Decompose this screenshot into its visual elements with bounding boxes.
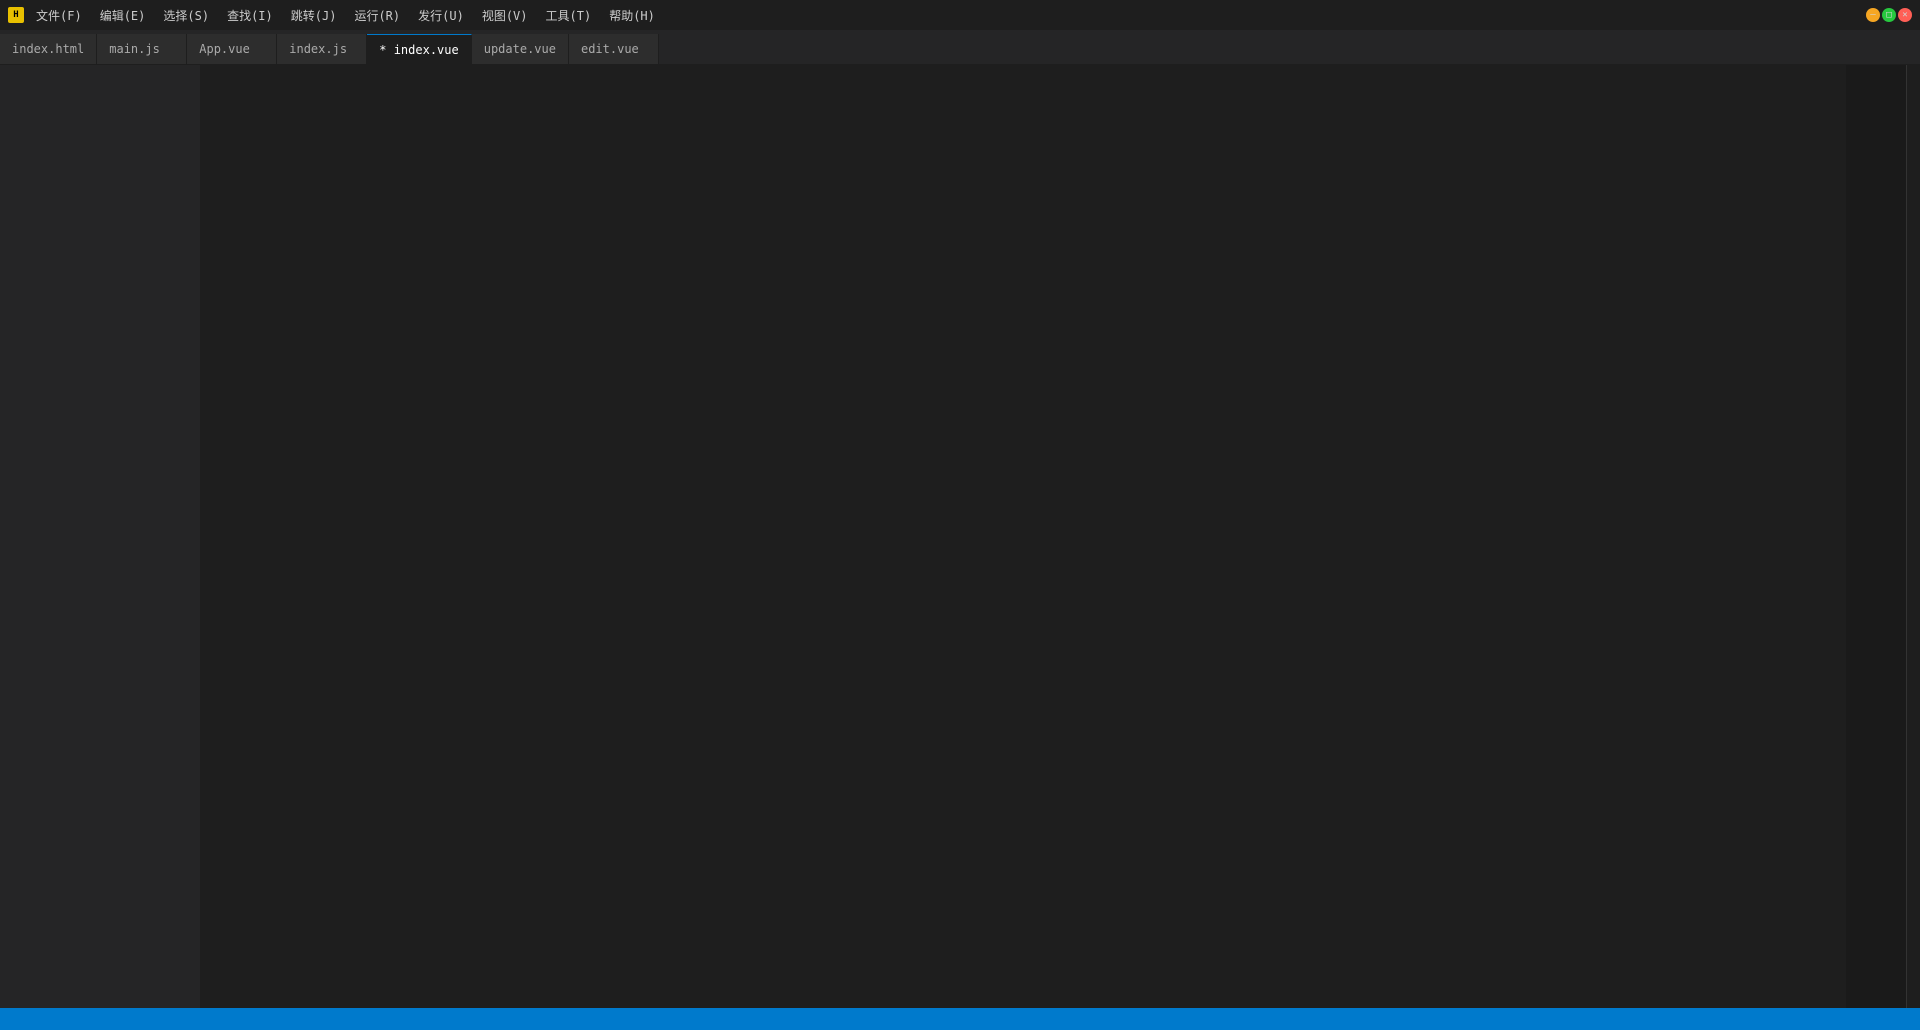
code-editor <box>200 65 1846 1008</box>
tab-bar: index.htmlmain.jsApp.vueindex.js* index.… <box>0 30 1920 65</box>
menu-item[interactable]: 文件(F) <box>28 5 90 26</box>
status-bar <box>0 1008 1920 1030</box>
scroll-bar[interactable] <box>1906 65 1920 1008</box>
tab-index-vue[interactable]: * index.vue <box>367 34 471 64</box>
menu-item[interactable]: 帮助(H) <box>601 5 663 26</box>
minimize-button[interactable]: — <box>1866 8 1880 22</box>
menu-item[interactable]: 运行(R) <box>346 5 408 26</box>
window-controls[interactable]: — □ ✕ <box>1866 8 1912 22</box>
menu-item[interactable]: 跳转(J) <box>283 5 345 26</box>
menu-bar[interactable]: 文件(F)编辑(E)选择(S)查找(I)跳转(J)运行(R)发行(U)视图(V)… <box>28 5 663 26</box>
menu-item[interactable]: 视图(V) <box>474 5 536 26</box>
tab-edit-vue[interactable]: edit.vue <box>569 34 659 64</box>
tab-app-vue[interactable]: App.vue <box>187 34 277 64</box>
tab-index-js[interactable]: index.js <box>277 34 367 64</box>
app-icon: H <box>8 7 24 23</box>
menu-item[interactable]: 选择(S) <box>155 5 217 26</box>
title-bar: H 文件(F)编辑(E)选择(S)查找(I)跳转(J)运行(R)发行(U)视图(… <box>0 0 1920 30</box>
menu-item[interactable]: 编辑(E) <box>92 5 154 26</box>
menu-item[interactable]: 查找(I) <box>219 5 281 26</box>
menu-item[interactable]: 工具(T) <box>538 5 600 26</box>
code-lines <box>200 65 1846 1008</box>
tab-update-vue[interactable]: update.vue <box>472 34 569 64</box>
close-button[interactable]: ✕ <box>1898 8 1912 22</box>
tab-index-html[interactable]: index.html <box>0 34 97 64</box>
tab-main-js[interactable]: main.js <box>97 34 187 64</box>
maximize-button[interactable]: □ <box>1882 8 1896 22</box>
main-content <box>0 65 1920 1008</box>
menu-item[interactable]: 发行(U) <box>410 5 472 26</box>
file-explorer <box>0 65 200 1008</box>
minimap <box>1846 65 1906 1008</box>
title-bar-left: H 文件(F)编辑(E)选择(S)查找(I)跳转(J)运行(R)发行(U)视图(… <box>8 5 675 26</box>
